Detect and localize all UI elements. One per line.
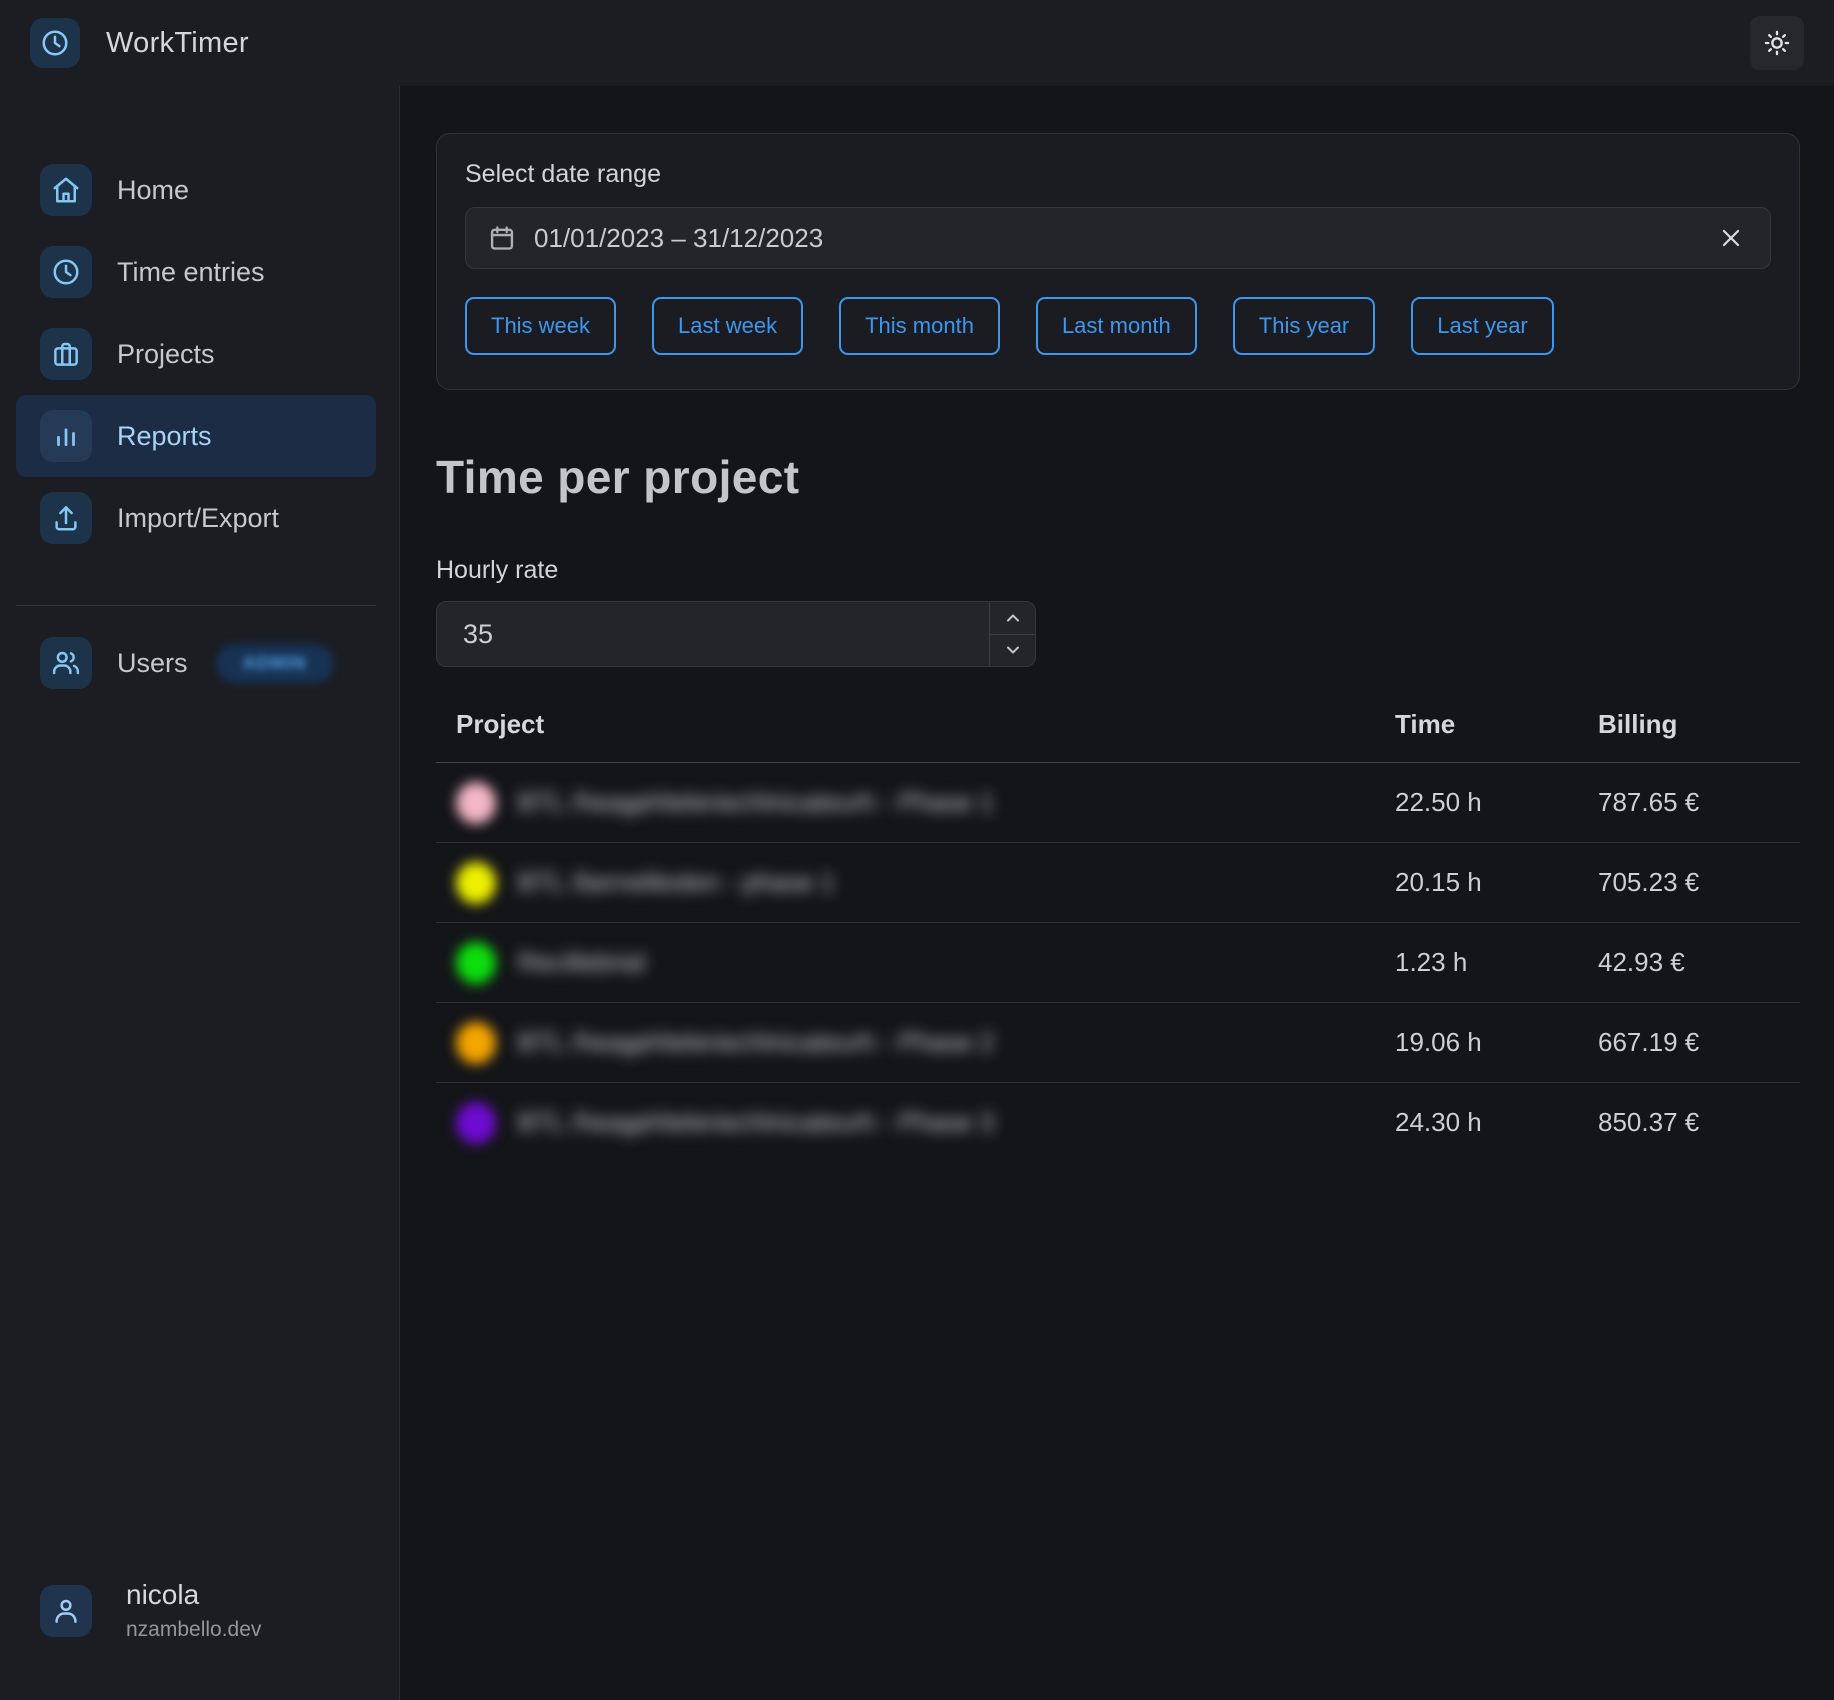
date-range-input[interactable]: 01/01/2023 – 31/12/2023 bbox=[465, 207, 1771, 269]
billing-cell: 705.23 € bbox=[1598, 843, 1800, 923]
hourly-rate-label: Hourly rate bbox=[436, 556, 1800, 585]
chevron-down-icon bbox=[1003, 640, 1023, 660]
sidebar-item-label: Time entries bbox=[117, 257, 265, 288]
billing-cell: 850.37 € bbox=[1598, 1083, 1800, 1163]
billing-cell: 667.19 € bbox=[1598, 1003, 1800, 1083]
upload-icon bbox=[40, 492, 92, 544]
briefcase-icon bbox=[40, 328, 92, 380]
project-name: BTL /heagehleleriechlnicateurh - Phase 2 bbox=[518, 1027, 994, 1058]
home-icon bbox=[40, 164, 92, 216]
preset-last-month-button[interactable]: Last month bbox=[1036, 297, 1197, 355]
sidebar-item-label: Reports bbox=[117, 421, 212, 452]
time-cell: 19.06 h bbox=[1395, 1003, 1598, 1083]
user-profile[interactable]: nicola nzambello.dev bbox=[40, 1579, 261, 1642]
clock-icon bbox=[40, 246, 92, 298]
time-cell: 1.23 h bbox=[1395, 923, 1598, 1003]
page-title: Time per project bbox=[436, 450, 1800, 504]
admin-badge: ADMIN bbox=[216, 644, 334, 683]
project-color-dot bbox=[456, 942, 496, 984]
topbar: WorkTimer bbox=[0, 0, 1834, 86]
project-name: BTL /bernelleslen - phase 1 bbox=[518, 867, 835, 898]
users-icon bbox=[40, 637, 92, 689]
preset-last-week-button[interactable]: Last week bbox=[652, 297, 803, 355]
time-cell: 22.50 h bbox=[1395, 763, 1598, 843]
close-icon bbox=[1718, 225, 1744, 251]
preset-this-year-button[interactable]: This year bbox=[1233, 297, 1375, 355]
chevron-up-icon bbox=[1003, 608, 1023, 628]
profile-domain: nzambello.dev bbox=[126, 1618, 261, 1642]
billing-cell: 787.65 € bbox=[1598, 763, 1800, 843]
bar-chart-icon bbox=[40, 410, 92, 462]
sidebar-divider bbox=[16, 605, 376, 606]
app-title: WorkTimer bbox=[106, 27, 249, 60]
clock-icon bbox=[40, 28, 70, 58]
sidebar: Home Time entries Projects bbox=[0, 86, 400, 1700]
date-range-label: Select date range bbox=[465, 160, 1771, 189]
project-name: Recillebrial bbox=[518, 947, 645, 978]
sidebar-item-time-entries[interactable]: Time entries bbox=[16, 231, 376, 313]
time-per-project-table: Project Time Billing BTL /heagehleleriec… bbox=[436, 705, 1800, 1163]
sun-icon bbox=[1763, 29, 1791, 57]
sidebar-item-users[interactable]: Users ADMIN bbox=[16, 622, 376, 704]
column-header-time: Time bbox=[1395, 705, 1598, 763]
sidebar-item-label: Import/Export bbox=[117, 503, 279, 534]
time-cell: 24.30 h bbox=[1395, 1083, 1598, 1163]
date-presets: This week Last week This month Last mont… bbox=[465, 297, 1771, 355]
preset-this-week-button[interactable]: This week bbox=[465, 297, 616, 355]
project-name: BTL /heagehleleriechlnicateurh - Phase 3 bbox=[518, 1107, 994, 1138]
sidebar-item-home[interactable]: Home bbox=[16, 149, 376, 231]
user-icon bbox=[40, 1585, 92, 1637]
column-header-project: Project bbox=[436, 705, 1395, 763]
table-row: BTL /heagehleleriechlnicateurh - Phase 3… bbox=[436, 1083, 1800, 1163]
project-color-dot bbox=[456, 862, 496, 904]
column-header-billing: Billing bbox=[1598, 705, 1800, 763]
preset-last-year-button[interactable]: Last year bbox=[1411, 297, 1554, 355]
date-range-card: Select date range 01/01/2023 – 31/12/202… bbox=[436, 133, 1800, 390]
sidebar-item-projects[interactable]: Projects bbox=[16, 313, 376, 395]
billing-cell: 42.93 € bbox=[1598, 923, 1800, 1003]
main-content: Select date range 01/01/2023 – 31/12/202… bbox=[401, 86, 1834, 1700]
sidebar-item-import-export[interactable]: Import/Export bbox=[16, 477, 376, 559]
preset-this-month-button[interactable]: This month bbox=[839, 297, 1000, 355]
sidebar-item-label: Home bbox=[117, 175, 189, 206]
app-logo bbox=[30, 18, 80, 68]
sidebar-item-label: Users bbox=[117, 648, 188, 679]
table-row: BTL /bernelleslen - phase 1 20.15 h 705.… bbox=[436, 843, 1800, 923]
table-row: Recillebrial 1.23 h 42.93 € bbox=[436, 923, 1800, 1003]
table-row: BTL /heagehleleriechlnicateurh - Phase 1… bbox=[436, 763, 1800, 843]
theme-toggle-button[interactable] bbox=[1750, 16, 1804, 70]
profile-username: nicola bbox=[126, 1579, 261, 1611]
table-header-row: Project Time Billing bbox=[436, 705, 1800, 763]
date-range-value: 01/01/2023 – 31/12/2023 bbox=[534, 223, 823, 254]
project-color-dot bbox=[456, 1022, 496, 1064]
hourly-rate-value: 35 bbox=[437, 602, 989, 666]
project-name: BTL /heagehleleriechlnicateurh - Phase 1 bbox=[518, 787, 994, 818]
stepper-down-button[interactable] bbox=[990, 635, 1035, 667]
table-row: BTL /heagehleleriechlnicateurh - Phase 2… bbox=[436, 1003, 1800, 1083]
time-cell: 20.15 h bbox=[1395, 843, 1598, 923]
sidebar-item-reports[interactable]: Reports bbox=[16, 395, 376, 477]
stepper-up-button[interactable] bbox=[990, 602, 1035, 635]
sidebar-item-label: Projects bbox=[117, 339, 215, 370]
project-color-dot bbox=[456, 1102, 496, 1144]
clear-date-button[interactable] bbox=[1714, 221, 1748, 255]
project-color-dot bbox=[456, 782, 496, 824]
project-table-body: BTL /heagehleleriechlnicateurh - Phase 1… bbox=[436, 763, 1800, 1163]
calendar-icon bbox=[488, 224, 516, 252]
hourly-rate-input[interactable]: 35 bbox=[436, 601, 1036, 667]
rate-stepper bbox=[989, 602, 1035, 666]
